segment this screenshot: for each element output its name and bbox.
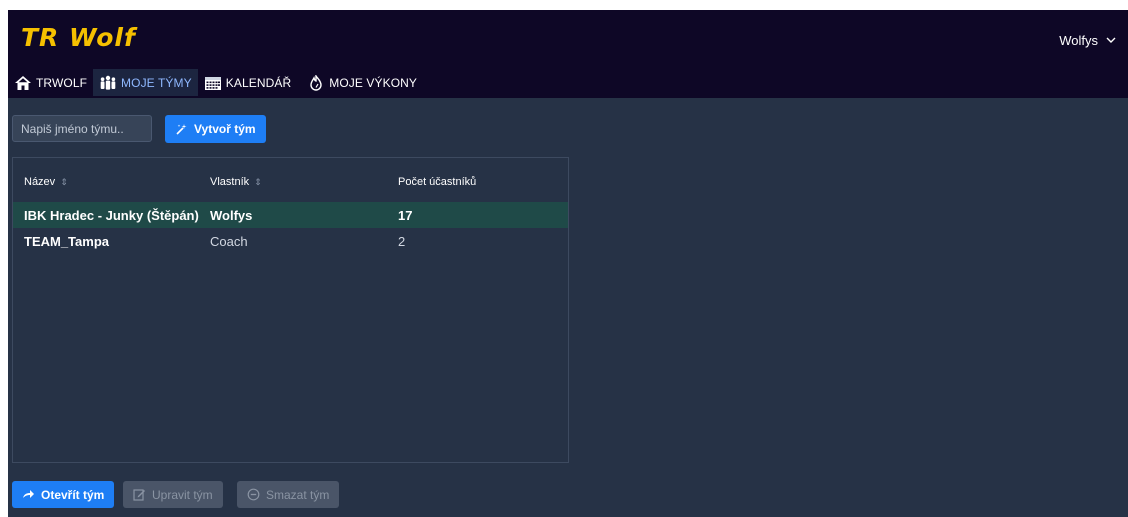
nav-label: MOJE VÝKONY xyxy=(329,75,418,90)
nav-item-my-teams[interactable]: MOJE TÝMY xyxy=(93,69,198,96)
column-header-name[interactable]: Název ⇕ xyxy=(24,176,68,188)
performance-icon xyxy=(307,74,325,91)
calendar-icon xyxy=(204,75,222,91)
owner-cell: Coach xyxy=(210,234,248,249)
minus-circle-icon xyxy=(247,488,260,501)
top-bar: TR Wolf Wolfys TRWOLF MOJE TÝMY KALENDÁŘ… xyxy=(8,10,1128,98)
edit-team-label: Upravit tým xyxy=(152,487,213,502)
nav-item-trwolf[interactable]: TRWOLF xyxy=(8,69,93,96)
participants-cell: 17 xyxy=(398,208,413,223)
user-menu-dropdown[interactable]: Wolfys xyxy=(1051,27,1122,53)
table-row[interactable]: IBK Hradec - Junky (Štěpán) Wolfys 17 xyxy=(13,202,568,228)
app-window: TR Wolf Wolfys TRWOLF MOJE TÝMY KALENDÁŘ… xyxy=(8,10,1128,517)
sort-icon: ⇕ xyxy=(60,176,68,187)
app-logo[interactable]: TR Wolf xyxy=(21,23,136,52)
open-team-button[interactable]: Otevřít tým xyxy=(12,481,115,508)
team-name-input[interactable] xyxy=(12,115,152,142)
home-icon xyxy=(14,75,32,91)
column-label: Vlastník xyxy=(210,176,250,188)
create-team-button[interactable]: Vytvoř tým xyxy=(165,115,266,143)
owner-cell: Wolfys xyxy=(210,208,253,223)
sort-icon: ⇕ xyxy=(254,176,262,187)
magic-wand-icon xyxy=(176,123,187,135)
delete-team-button[interactable]: Smazat tým xyxy=(237,481,340,508)
delete-team-label: Smazat tým xyxy=(266,487,330,502)
share-arrow-icon xyxy=(23,490,34,498)
column-header-owner[interactable]: Vlastník ⇕ xyxy=(210,176,262,188)
teams-table: Název ⇕ Vlastník ⇕ Počet účastníků IBK H… xyxy=(12,157,569,463)
chevron-down-icon xyxy=(1106,37,1116,43)
table-header: Název ⇕ Vlastník ⇕ Počet účastníků xyxy=(13,158,568,202)
team-icon xyxy=(99,75,117,91)
column-label: Počet účastníků xyxy=(398,176,477,188)
participants-cell: 2 xyxy=(398,234,406,249)
nav-label: KALENDÁŘ xyxy=(225,75,292,90)
table-row[interactable]: TEAM_Tampa Coach 2 xyxy=(13,228,568,254)
open-team-label: Otevřít tým xyxy=(41,487,105,502)
column-label: Název xyxy=(24,176,56,188)
main-nav: TRWOLF MOJE TÝMY KALENDÁŘ MOJE VÝKONY xyxy=(8,69,423,96)
user-name: Wolfys xyxy=(1059,32,1098,48)
nav-item-my-performance[interactable]: MOJE VÝKONY xyxy=(301,69,423,96)
column-header-participants[interactable]: Počet účastníků xyxy=(398,176,476,188)
edit-team-button[interactable]: Upravit tým xyxy=(123,481,223,508)
nav-item-calendar[interactable]: KALENDÁŘ xyxy=(198,69,298,96)
create-team-label: Vytvoř tým xyxy=(194,122,256,136)
team-name-cell: IBK Hradec - Junky (Štěpán) xyxy=(24,208,199,223)
nav-label: TRWOLF xyxy=(36,75,88,90)
nav-label: MOJE TÝMY xyxy=(121,75,192,90)
edit-icon xyxy=(133,489,145,501)
team-name-cell: TEAM_Tampa xyxy=(24,234,109,249)
